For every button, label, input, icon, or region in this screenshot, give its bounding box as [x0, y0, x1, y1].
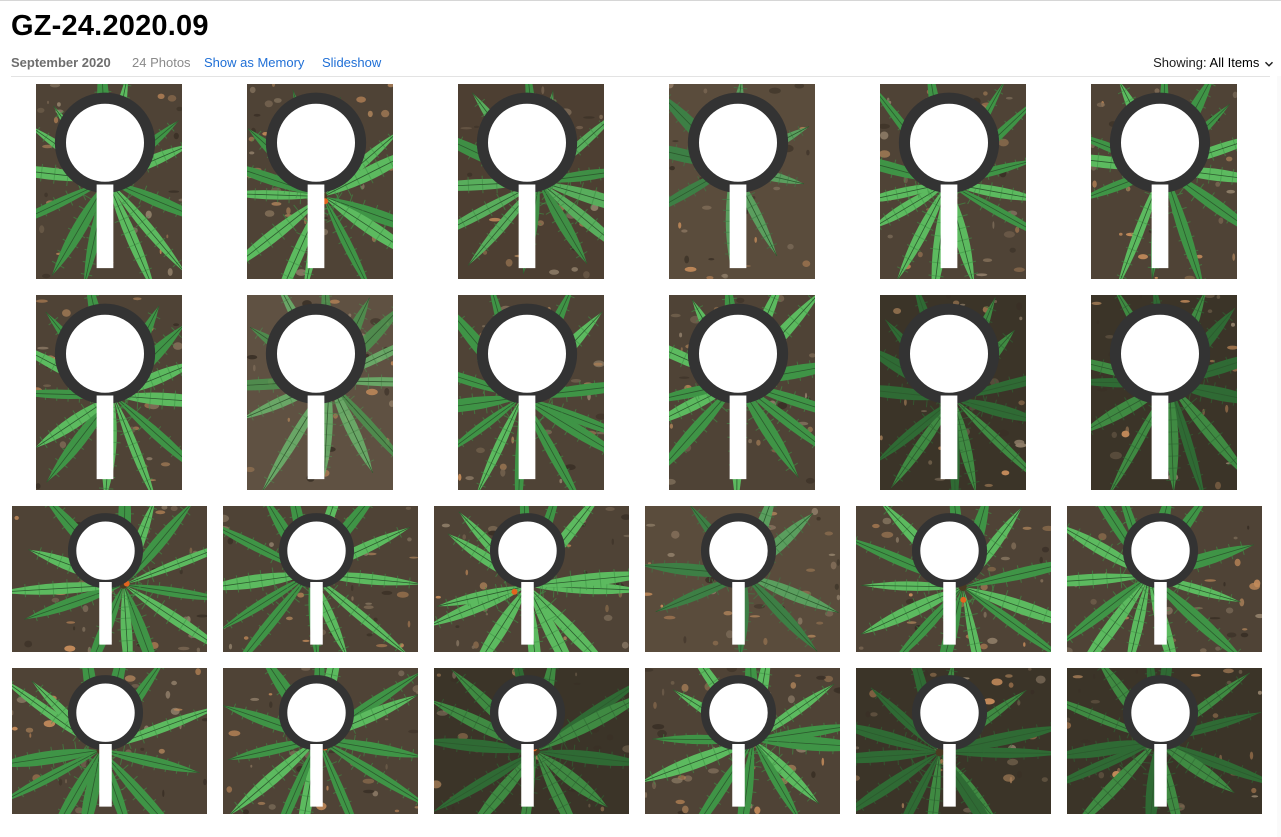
location-pin-icon: [489, 513, 566, 645]
photo-thumbnail[interactable]: [458, 84, 604, 279]
album-title: GZ-24.2020.09: [11, 10, 209, 42]
location-pin-icon: [476, 303, 578, 480]
location-pin-icon: [67, 675, 144, 807]
photo-thumbnail[interactable]: [1091, 84, 1237, 279]
location-pin-icon: [1122, 513, 1199, 645]
scrollbar-track[interactable]: [1277, 76, 1281, 837]
photo-thumbnail[interactable]: [247, 84, 393, 279]
location-pin-icon: [1109, 303, 1211, 480]
photo-thumbnail[interactable]: [856, 668, 1051, 814]
location-pin-icon: [265, 92, 367, 269]
location-pin-icon: [476, 92, 578, 269]
photo-thumbnail[interactable]: [458, 295, 604, 490]
album-date: September 2020: [11, 55, 111, 70]
chevron-down-icon: [1264, 61, 1274, 67]
header-divider: [11, 76, 1270, 77]
photo-thumbnail[interactable]: [434, 506, 629, 652]
window-top-border: [0, 0, 1281, 1]
location-pin-icon: [687, 303, 789, 480]
show-as-memory-button[interactable]: Show as Memory: [204, 55, 304, 70]
photo-thumbnail[interactable]: [12, 506, 207, 652]
location-pin-icon: [67, 513, 144, 645]
photo-thumbnail[interactable]: [223, 668, 418, 814]
photo-thumbnail[interactable]: [880, 84, 1026, 279]
location-pin-icon: [687, 92, 789, 269]
photo-thumbnail[interactable]: [645, 506, 840, 652]
photo-thumbnail[interactable]: [36, 84, 182, 279]
slideshow-button[interactable]: Slideshow: [322, 55, 381, 70]
location-pin-icon: [898, 92, 1000, 269]
photo-thumbnail[interactable]: [669, 84, 815, 279]
location-pin-icon: [1122, 675, 1199, 807]
photo-thumbnail[interactable]: [36, 295, 182, 490]
location-pin-icon: [278, 675, 355, 807]
photo-thumbnail[interactable]: [1091, 295, 1237, 490]
location-pin-icon: [54, 303, 156, 480]
location-pin-icon: [278, 513, 355, 645]
photo-count: 24 Photos: [132, 55, 191, 70]
location-pin-icon: [898, 303, 1000, 480]
photo-thumbnail[interactable]: [247, 295, 393, 490]
location-pin-icon: [54, 92, 156, 269]
photo-thumbnail[interactable]: [12, 668, 207, 814]
photo-thumbnail[interactable]: [856, 506, 1051, 652]
location-pin-icon: [911, 513, 988, 645]
location-pin-icon: [489, 675, 566, 807]
showing-filter-dropdown[interactable]: Showing: All Items: [1153, 55, 1274, 70]
photo-thumbnail[interactable]: [1067, 668, 1262, 814]
photo-thumbnail[interactable]: [434, 668, 629, 814]
photo-thumbnail[interactable]: [645, 668, 840, 814]
photo-thumbnail[interactable]: [880, 295, 1026, 490]
photo-thumbnail[interactable]: [669, 295, 815, 490]
showing-value: All Items: [1209, 55, 1260, 70]
photo-thumbnail[interactable]: [1067, 506, 1262, 652]
location-pin-icon: [700, 513, 777, 645]
showing-label: Showing:: [1153, 55, 1207, 70]
location-pin-icon: [1109, 92, 1211, 269]
location-pin-icon: [265, 303, 367, 480]
location-pin-icon: [911, 675, 988, 807]
location-pin-icon: [700, 675, 777, 807]
photo-thumbnail[interactable]: [223, 506, 418, 652]
